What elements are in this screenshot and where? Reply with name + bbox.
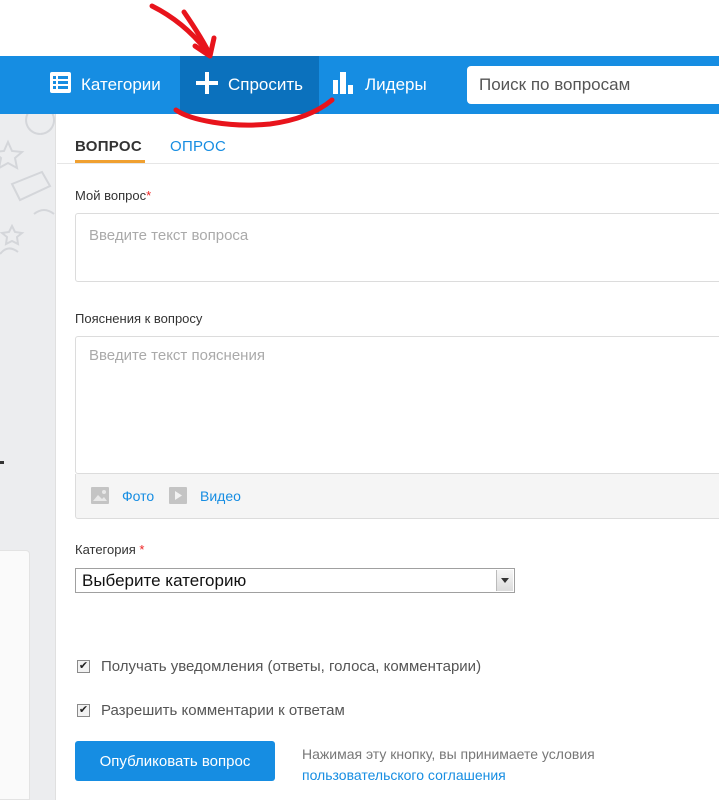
terms-notice: Нажимая эту кнопку, вы принимаете услови…: [302, 744, 595, 786]
plus-icon: [195, 71, 218, 99]
question-input[interactable]: [75, 213, 719, 282]
nav-ask-label: Спросить: [227, 75, 304, 94]
nav-categories[interactable]: Категории: [50, 56, 161, 114]
details-textarea[interactable]: [75, 336, 719, 474]
nav-ask-button[interactable]: Спросить: [180, 56, 319, 114]
search-input[interactable]: [467, 66, 719, 104]
question-label-text: Мой вопрос: [75, 188, 147, 203]
video-label: Видео: [200, 487, 241, 504]
left-dot: [0, 461, 4, 464]
tab-poll[interactable]: ОПРОС: [170, 138, 226, 155]
comments-checkbox[interactable]: ✔: [77, 704, 90, 717]
question-label: Мой вопрос*: [75, 188, 151, 203]
top-navigation-bar: Категории Спросить Лидеры: [0, 56, 719, 114]
notify-checkbox-label: Получать уведомления (ответы, голоса, ко…: [101, 658, 482, 675]
attach-video-button[interactable]: Видео: [169, 487, 241, 504]
category-select[interactable]: Выберите категорию: [75, 568, 515, 593]
chevron-down-icon[interactable]: [496, 570, 513, 591]
category-label: Категория *: [75, 542, 144, 557]
terms-text: Нажимая эту кнопку, вы принимаете услови…: [302, 746, 595, 762]
required-mark: *: [146, 188, 152, 203]
image-icon: [91, 487, 109, 504]
list-icon: [50, 72, 71, 98]
nav-leaders[interactable]: Лидеры: [333, 56, 427, 114]
attach-photo-button[interactable]: Фото: [91, 487, 154, 504]
details-label: Пояснения к вопросу: [75, 311, 203, 326]
nav-categories-label: Категории: [81, 75, 161, 94]
left-card: [0, 550, 30, 800]
nav-leaders-label: Лидеры: [365, 75, 427, 94]
category-required-mark: *: [139, 542, 145, 557]
attachments-bar: Фото Видео: [75, 474, 719, 519]
form-tabs: ВОПРОС ОПРОС: [57, 114, 719, 164]
comments-checkbox-label: Разрешить комментарии к ответам: [101, 702, 345, 719]
publish-button[interactable]: Опубликовать вопрос: [75, 741, 275, 781]
tab-question[interactable]: ВОПРОС: [75, 138, 146, 163]
terms-link[interactable]: пользовательского соглашения: [302, 765, 595, 786]
bar-chart-icon: [333, 71, 355, 99]
ask-question-form: ВОПРОС ОПРОС Мой вопрос* Пояснения к воп…: [57, 114, 719, 800]
category-select-value: Выберите категорию: [82, 571, 247, 590]
doodle-pattern: [0, 105, 56, 255]
photo-label: Фото: [122, 487, 155, 504]
comments-option: ✔ Разрешить комментарии к ответам: [77, 702, 345, 719]
notify-option: ✔ Получать уведомления (ответы, голоса, …: [77, 658, 481, 675]
category-label-text: Категория: [75, 542, 136, 557]
play-icon: [169, 487, 187, 504]
notify-checkbox[interactable]: ✔: [77, 660, 90, 673]
